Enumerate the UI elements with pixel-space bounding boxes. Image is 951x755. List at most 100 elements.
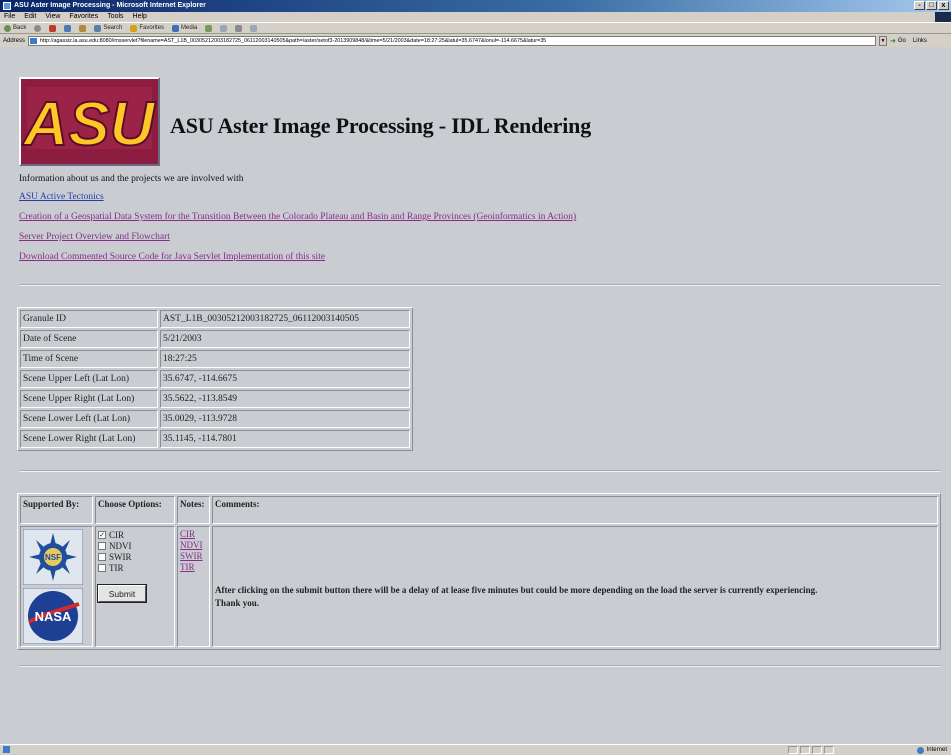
menu-help[interactable]: Help [133,12,147,22]
checkbox-tir[interactable] [98,563,106,572]
table-row: Scene Lower Right (Lat Lon) 35.1145, -11… [20,430,410,448]
maximize-button[interactable]: □ [926,1,937,10]
menu-edit[interactable]: Edit [24,12,36,22]
stop-icon [49,24,57,32]
option-ndvi[interactable]: NDVI [98,540,172,551]
info-value: 35.0029, -113.9728 [160,410,410,428]
address-bar: Address http://agassiz.la.asu.edu:8080/i… [0,34,951,47]
sponsor-logos: NSF NASA [20,526,93,647]
address-url: http://agassiz.la.asu.edu:8080/imsservle… [40,37,547,44]
header-choose-options: Choose Options: [95,496,175,524]
minimize-button[interactable]: - [914,1,925,10]
header-notes: Notes: [177,496,210,524]
table-header-row: Supported By: Choose Options: Notes: Com… [20,496,938,524]
info-key: Scene Lower Left (Lat Lon) [20,410,158,428]
option-cir[interactable]: ✓ CIR [98,529,172,540]
submit-button[interactable]: Submit [97,584,147,603]
refresh-button[interactable] [64,23,72,33]
page-icon [30,37,38,44]
menu-view[interactable]: View [45,12,60,22]
option-label: SWIR [109,551,132,562]
note-link-tir[interactable]: TIR [180,562,207,573]
home-button[interactable] [79,23,87,33]
media-button[interactable]: Media [172,23,197,33]
history-icon [205,24,213,32]
options-table: Supported By: Choose Options: Notes: Com… [17,493,941,650]
info-key: Scene Upper Left (Lat Lon) [20,370,158,388]
link-server-overview[interactable]: Server Project Overview and Flowchart [19,232,170,242]
search-icon [94,24,102,32]
link-download-source[interactable]: Download Commented Source Code for Java … [19,252,325,262]
option-tir[interactable]: TIR [98,562,172,573]
links-button[interactable]: Links [913,38,927,44]
go-arrow-icon: ➜ [890,37,896,45]
checkbox-cir[interactable]: ✓ [98,530,106,539]
table-row: NSF NASA ✓ CIR NDVI SWIR TIR Submit CIR … [20,526,938,647]
link-geospatial-data-system[interactable]: Creation of a Geospatial Data System for… [19,212,576,222]
forward-button[interactable] [34,23,42,33]
options-cell: ✓ CIR NDVI SWIR TIR Submit [95,526,175,647]
search-button[interactable]: Search [94,23,122,33]
back-button[interactable]: Back [4,23,26,33]
info-key: Granule ID [20,310,158,328]
divider [19,665,941,667]
page-title: ASU Aster Image Processing - IDL Renderi… [170,113,591,138]
table-row: Scene Lower Left (Lat Lon) 35.0029, -113… [20,410,410,428]
toolbar: Back Search Favorites Media [0,22,951,34]
forward-arrow-icon [34,24,42,32]
option-label: TIR [109,562,124,573]
asu-logo-image: ASU [21,79,158,164]
menu-favorites[interactable]: Favorites [69,12,98,22]
address-input[interactable]: http://agassiz.la.asu.edu:8080/imsservle… [28,35,877,46]
option-swir[interactable]: SWIR [98,551,172,562]
nasa-logo-text: NASA [35,609,72,624]
table-row: Scene Upper Right (Lat Lon) 35.5622, -11… [20,390,410,408]
info-value: 35.1145, -114.7801 [160,430,410,448]
edit-button[interactable] [250,23,258,33]
checkbox-swir[interactable] [98,552,106,561]
refresh-icon [64,24,72,32]
header-supported-by: Supported By: [20,496,93,524]
nsf-logo-text: NSF [45,553,61,562]
window-titlebar: ASU Aster Image Processing - Microsoft I… [0,0,951,12]
note-link-ndvi[interactable]: NDVI [180,540,207,551]
ie-icon [3,2,11,10]
link-asu-active-tectonics[interactable]: ASU Active Tectonics [19,192,104,202]
address-dropdown-button[interactable]: ▼ [879,35,888,46]
mail-icon [220,24,228,32]
option-label: NDVI [109,540,132,551]
info-value: 5/21/2003 [160,330,410,348]
header-comments: Comments: [212,496,938,524]
note-link-cir[interactable]: CIR [180,529,207,540]
divider [19,284,941,286]
nsf-logo[interactable]: NSF [23,529,83,585]
status-segment [788,746,798,754]
checkbox-ndvi[interactable] [98,541,106,550]
mail-button[interactable] [220,23,228,33]
window-controls: - □ x [914,1,949,10]
stop-button[interactable] [49,23,57,33]
go-button[interactable]: ➜ Go [890,37,906,45]
address-label: Address [3,37,26,44]
close-button[interactable]: x [938,1,949,10]
note-link-swir[interactable]: SWIR [180,551,207,562]
thanks-text: Thank you. [215,598,260,608]
print-icon [235,24,243,32]
edit-icon [250,24,258,32]
asu-logo[interactable]: ASU [19,77,160,166]
notes-cell: CIR NDVI SWIR TIR [177,526,210,647]
menu-file[interactable]: File [4,12,15,22]
asu-logo-text: ASU [22,90,157,159]
info-value: 35.5622, -113.8549 [160,390,410,408]
security-zone: Internet [916,745,947,755]
option-label: CIR [109,529,125,540]
menu-tools[interactable]: Tools [107,12,123,22]
history-button[interactable] [205,23,213,33]
nasa-logo[interactable]: NASA [23,588,83,644]
comment-text: After clicking on the submit button ther… [215,585,818,595]
home-icon [79,24,87,32]
favorites-button[interactable]: Favorites [130,23,164,33]
info-key: Scene Upper Right (Lat Lon) [20,390,158,408]
print-button[interactable] [235,23,243,33]
back-arrow-icon [4,24,11,32]
